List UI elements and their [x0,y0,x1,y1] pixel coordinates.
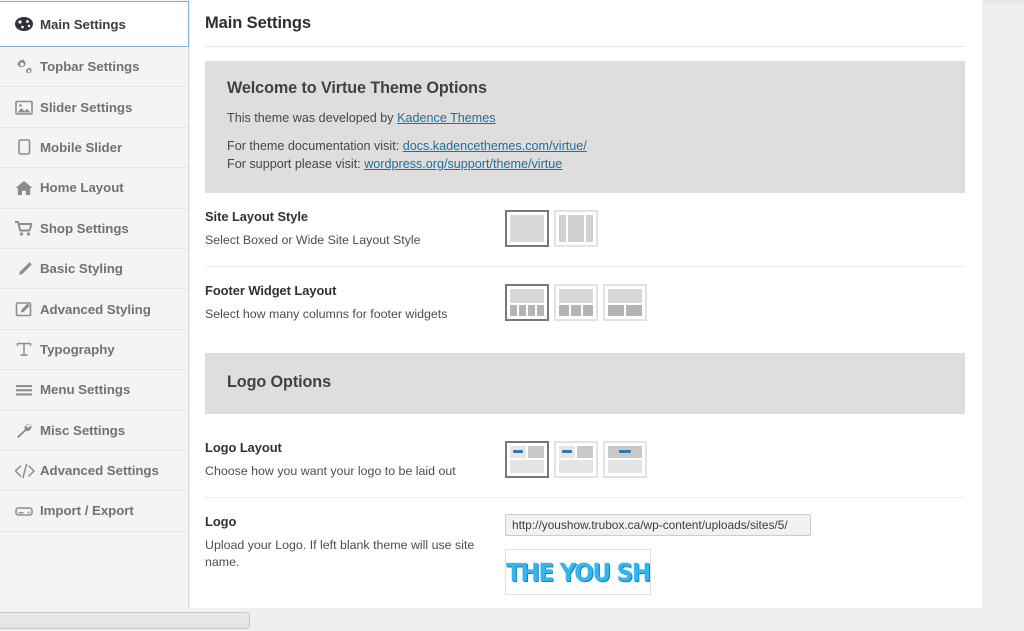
sidebar-item-label: Basic Styling [40,261,123,277]
site-layout-style-labels: Site Layout Style Select Boxed or Wide S… [205,209,505,249]
page-title: Main Settings [205,14,311,32]
sidebar-item-main-settings[interactable]: Main Settings [0,1,189,47]
gears-icon [14,56,40,78]
footer-widget-option-four-columns[interactable] [505,283,549,321]
site-layout-style-row: Site Layout Style Select Boxed or Wide S… [205,193,965,266]
footer-widget-layout-title: Footer Widget Layout [205,282,337,298]
sidebar-item-label: Advanced Styling [40,301,151,317]
logo-upload-controls: http://youshow.trubox.ca/wp-content/uplo… [505,514,811,596]
edit-square-icon [14,298,40,320]
site-layout-style-options [505,209,598,247]
scrollbar-thumb[interactable] [0,612,250,629]
cart-icon [14,217,40,239]
title-divider [205,46,965,47]
wrench-icon [14,419,40,441]
sidebar-item-label: Slider Settings [40,99,133,115]
text-t-icon [14,338,40,360]
logo-desc: Upload your Logo. If left blank theme wi… [205,538,475,569]
welcome-panel: Welcome to Virtue Theme Options This the… [205,61,965,193]
sidebar-item-label: Shop Settings [40,220,129,236]
logo-layout-option-logo-left[interactable] [505,441,549,479]
logo-layout-row: Logo Layout Choose how you want your log… [205,414,965,497]
footer-widget-option-three-columns[interactable] [554,283,598,321]
theme-options-screen: Main Settings Topbar Settings Slider Set… [0,0,1024,631]
logo-preview: THE YOU SH [505,549,651,596]
sidebar-item-home-layout[interactable]: Home Layout [0,168,188,209]
sidebar-item-advanced-styling[interactable]: Advanced Styling [0,289,188,330]
home-icon [14,177,40,199]
logo-url-input[interactable]: http://youshow.trubox.ca/wp-content/uplo… [505,514,811,537]
sidebar-item-advanced-settings[interactable]: Advanced Settings [0,450,188,492]
logo-layout-options [505,440,647,479]
footer-widget-layout-labels: Footer Widget Layout Select how many col… [205,283,505,323]
sidebar-item-label: Menu Settings [40,382,131,398]
sidebar-item-label: Topbar Settings [40,59,140,75]
settings-sidebar: Main Settings Topbar Settings Slider Set… [0,0,189,608]
sidebar-item-label: Misc Settings [40,422,126,438]
speedometer-icon [14,13,40,35]
footer-widget-layout-options [505,283,647,321]
logo-row: Logo Upload your Logo. If left blank the… [205,497,965,612]
site-layout-style-title: Site Layout Style [205,209,309,224]
hamburger-icon [14,379,40,401]
logo-layout-labels: Logo Layout Choose how you want your log… [205,440,505,480]
kadence-themes-link[interactable]: Kadence Themes [397,111,495,125]
site-layout-option-boxed[interactable] [505,210,549,247]
code-icon [14,460,40,482]
docs-prefix: For theme documentation visit: [227,139,403,153]
logo-layout-desc: Choose how you want your logo to be laid… [205,464,456,479]
tablet-icon [14,136,40,158]
logo-layout-option-logo-centered[interactable] [603,441,647,479]
sidebar-item-label: Import / Export [40,503,134,519]
logo-labels: Logo Upload your Logo. If left blank the… [205,514,505,570]
sidebar-item-mobile-slider[interactable]: Mobile Slider [0,127,188,169]
logo-preview-text: THE YOU SH [506,557,650,587]
sidebar-item-slider-settings[interactable]: Slider Settings [0,87,188,128]
documentation-link[interactable]: docs.kadencethemes.com/virtue/ [403,139,587,153]
developed-prefix: This theme was developed by [227,111,398,125]
sidebar-item-topbar-settings[interactable]: Topbar Settings [0,47,188,88]
site-layout-option-wide[interactable] [554,210,598,247]
sidebar-item-shop-settings[interactable]: Shop Settings [0,208,188,249]
footer-widget-layout-desc: Select how many columns for footer widge… [205,306,448,321]
logo-layout-title: Logo Layout [205,440,282,456]
sidebar-item-label: Main Settings [40,16,126,32]
sidebar-item-label: Mobile Slider [40,139,123,155]
logo-options-panel: Logo Options [205,353,965,415]
welcome-developed-line: This theme was developed by Kadence Them… [227,111,965,125]
sidebar-item-import-export[interactable]: Import / Export [0,491,188,532]
footer-widget-layout-row: Footer Widget Layout Select how many col… [205,265,965,340]
sidebar-item-basic-styling[interactable]: Basic Styling [0,248,188,290]
horizontal-scrollbar[interactable] [0,608,1024,631]
sidebar-item-misc-settings[interactable]: Misc Settings [0,410,188,451]
settings-content-panel: Main Settings Welcome to Virtue Theme Op… [190,0,982,608]
sidebar-item-menu-settings[interactable]: Menu Settings [0,370,188,411]
logo-layout-option-logo-left-menu-right[interactable] [554,441,598,479]
welcome-support-line: For support please visit: wordpress.org/… [227,157,965,171]
logo-options-title: Logo Options [227,373,331,392]
sidebar-item-typography[interactable]: Typography [0,329,188,371]
welcome-title: Welcome to Virtue Theme Options [227,79,487,97]
sidebar-item-label: Typography [40,341,115,357]
pencil-icon [14,258,40,280]
drive-icon [14,500,40,522]
support-prefix: For support please visit: [227,157,365,171]
footer-widget-option-two-columns[interactable] [603,283,647,321]
site-layout-style-desc: Select Boxed or Wide Site Layout Style [205,233,421,247]
image-icon [14,96,40,118]
logo-title: Logo [205,514,237,530]
sidebar-item-label: Advanced Settings [40,463,159,479]
welcome-docs-line: For theme documentation visit: docs.kade… [227,139,965,153]
support-link[interactable]: wordpress.org/support/theme/virtue [364,157,562,171]
sidebar-item-label: Home Layout [40,180,124,196]
